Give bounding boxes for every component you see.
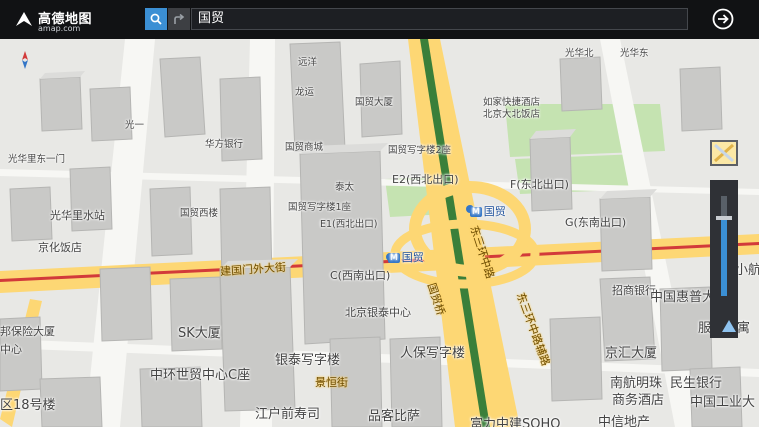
map-label: 小航 bbox=[735, 263, 759, 278]
map-label: 商务酒店 bbox=[612, 393, 665, 408]
map-label: 光华里水站 bbox=[50, 209, 105, 222]
map-label: 光华东 bbox=[620, 48, 649, 59]
map-label: 京汇大厦 bbox=[605, 346, 658, 361]
zoom-track[interactable] bbox=[721, 196, 727, 296]
subway-icon: M bbox=[470, 207, 482, 217]
subway-label-guomao: M 国贸 bbox=[470, 203, 506, 219]
subway-label-guomao-2: M 国贸 bbox=[388, 249, 424, 265]
map-label: 中国工业大 bbox=[690, 395, 756, 410]
amap-logo-mark bbox=[16, 12, 32, 26]
map-canvas[interactable]: 光华北 光华东 远洋 龙运 国贸大厦 如家快捷酒店 北京大北饭店 光一 华方银行… bbox=[0, 39, 759, 427]
map-label: 远洋 bbox=[298, 57, 318, 68]
search-input[interactable]: 国贸 bbox=[191, 8, 688, 30]
logo-subtext: amap.com bbox=[38, 24, 81, 33]
exit-label-e2: E2(西北出口) bbox=[392, 173, 459, 186]
map-label: 国贸大厦 bbox=[355, 97, 394, 108]
amap-logo: 高德地图 amap.com bbox=[14, 6, 94, 34]
layers-icon bbox=[714, 143, 734, 163]
map-label: 光华里东一门 bbox=[8, 154, 66, 165]
map-label: 京化饭店 bbox=[38, 241, 82, 254]
route-button[interactable] bbox=[168, 8, 190, 30]
road-label-jinghengjie: 景恒街 bbox=[315, 376, 348, 389]
arrow-right-circle-icon bbox=[712, 8, 734, 30]
map-label: 人保写字楼 bbox=[400, 346, 466, 361]
subway-label-text: 国贸 bbox=[483, 205, 506, 218]
map-label: 邦保险大厦 bbox=[0, 325, 55, 338]
locate-arrow-icon[interactable] bbox=[722, 320, 736, 332]
map-label: 泰太 bbox=[335, 182, 355, 193]
exit-label-c: C(西南出口) bbox=[330, 269, 391, 282]
map-label: 中环世贸中心C座 bbox=[150, 368, 251, 383]
map-label: 国贸写字楼1座 bbox=[288, 202, 352, 213]
map-label: 光华北 bbox=[565, 48, 594, 59]
map-label: 品客比萨 bbox=[368, 409, 421, 424]
route-icon bbox=[174, 13, 185, 24]
map-label: 北京银泰中心 bbox=[345, 306, 411, 319]
subway-icon: M bbox=[388, 253, 400, 263]
compass-button[interactable] bbox=[14, 49, 36, 71]
top-bar: 高德地图 amap.com 国贸 bbox=[0, 0, 759, 39]
compass-icon bbox=[22, 51, 28, 69]
exit-label-f: F(东北出口) bbox=[510, 178, 569, 191]
map-label: 中心 bbox=[0, 343, 22, 356]
map-label: 华方银行 bbox=[205, 139, 244, 150]
zoom-slider[interactable] bbox=[710, 180, 738, 338]
exit-label-g: G(东南出口) bbox=[565, 216, 627, 229]
go-button[interactable] bbox=[712, 8, 734, 30]
map-label: 区18号楼 bbox=[0, 398, 56, 413]
map-label: 江户前寿司 bbox=[255, 407, 321, 422]
map-label: 民生银行 bbox=[670, 376, 723, 391]
map-label: 国贸西楼 bbox=[180, 208, 219, 219]
layers-button[interactable] bbox=[710, 140, 738, 166]
map-label: 光一 bbox=[125, 120, 145, 131]
map-label: 国贸商城 bbox=[285, 142, 324, 153]
map-label: 中国惠普大 bbox=[650, 290, 716, 305]
exit-label-e1: E1(西北出口) bbox=[320, 219, 378, 230]
map-label: 国贸写字楼2座 bbox=[388, 145, 452, 156]
map-label: 富力中建SOHO bbox=[470, 417, 561, 427]
map-label: 龙运 bbox=[295, 87, 315, 98]
map-label: 中信地产 bbox=[598, 415, 651, 427]
search-icon bbox=[150, 13, 162, 25]
zoom-handle[interactable] bbox=[716, 216, 732, 220]
map-label: SK大厦 bbox=[178, 326, 221, 341]
zoom-level-fill bbox=[721, 218, 727, 296]
subway-label-text: 国贸 bbox=[401, 251, 424, 264]
search-button[interactable] bbox=[145, 8, 167, 30]
map-label: 银泰写字楼 bbox=[275, 353, 341, 368]
map-label: 北京大北饭店 bbox=[483, 109, 541, 120]
